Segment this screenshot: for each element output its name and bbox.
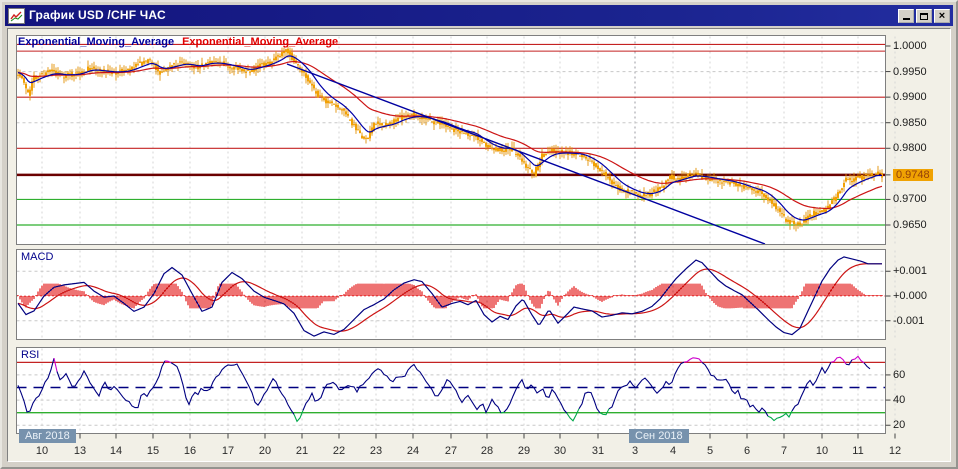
chart-canvas[interactable] — [2, 2, 958, 469]
chart-window: График USD /CHF ЧАС × Exponential_Moving… — [0, 0, 958, 469]
